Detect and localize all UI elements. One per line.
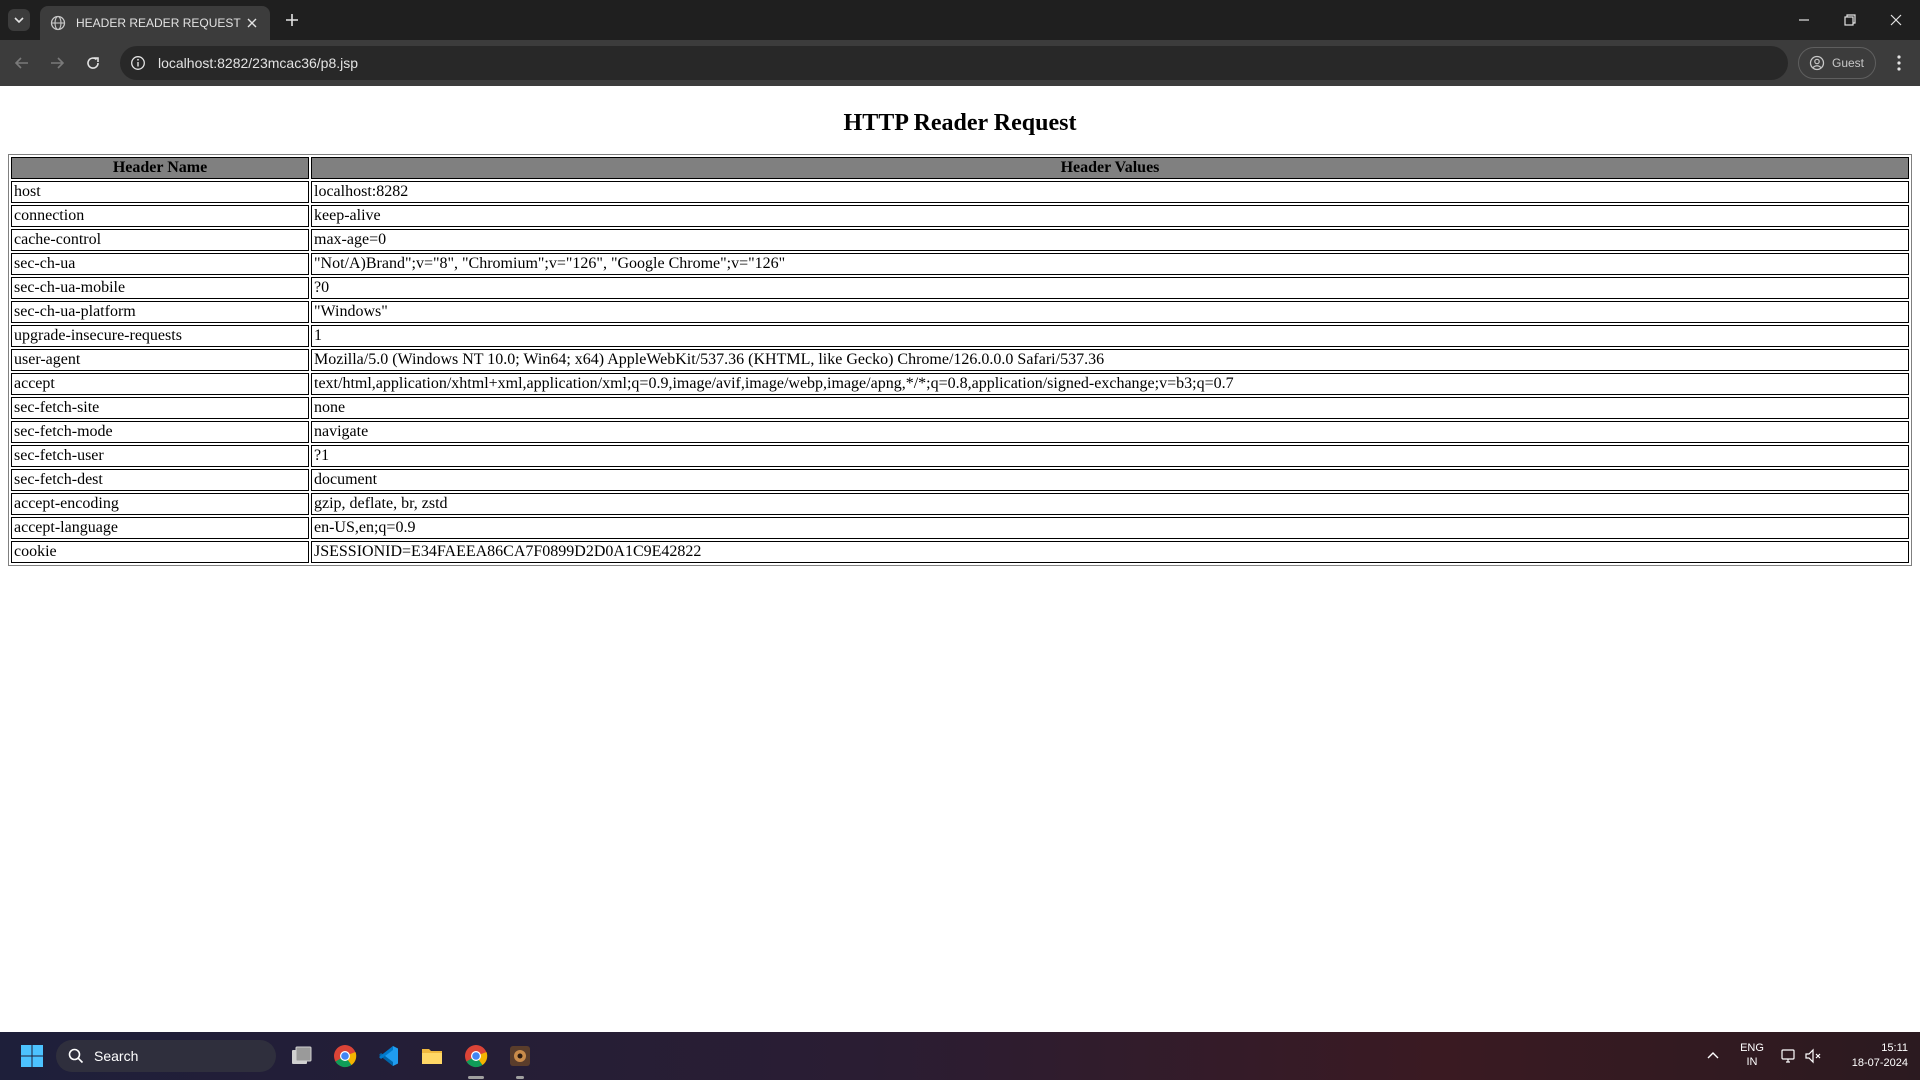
chevron-up-icon[interactable] xyxy=(1705,1048,1721,1064)
table-row: sec-fetch-user ?1 xyxy=(11,445,1909,467)
table-row: sec-ch-ua-platform "Windows" xyxy=(11,301,1909,323)
page-content: HTTP Reader Request Header Name Header V… xyxy=(0,86,1920,1032)
header-name-cell: upgrade-insecure-requests xyxy=(11,325,309,347)
header-name-cell: user-agent xyxy=(11,349,309,371)
tab-search-button[interactable] xyxy=(8,9,30,31)
taskbar-search-label: Search xyxy=(94,1048,139,1064)
table-row: accept text/html,application/xhtml+xml,ap… xyxy=(11,373,1909,395)
vscode-icon[interactable] xyxy=(376,1044,400,1068)
language-region: IN xyxy=(1746,1056,1758,1068)
header-name-cell: sec-ch-ua-platform xyxy=(11,301,309,323)
taskbar: Search ENG IN 15:11 18-07-2024 xyxy=(0,1032,1920,1080)
header-name-cell: accept-language xyxy=(11,517,309,539)
taskbar-search-box[interactable]: Search xyxy=(56,1040,276,1072)
open-app-indicator xyxy=(516,1076,524,1079)
column-header-values: Header Values xyxy=(311,157,1909,179)
table-row: sec-fetch-mode navigate xyxy=(11,421,1909,443)
close-icon xyxy=(247,18,257,28)
header-name-cell: host xyxy=(11,181,309,203)
header-value-cell: gzip, deflate, br, zstd xyxy=(311,493,1909,515)
table-row: sec-ch-ua "Not/A)Brand";v="8", "Chromium"… xyxy=(11,253,1909,275)
table-row: sec-ch-ua-mobile ?0 xyxy=(11,277,1909,299)
language-indicator[interactable]: ENG IN xyxy=(1738,1042,1766,1068)
chrome-active-icon[interactable] xyxy=(464,1044,488,1068)
table-row: user-agent Mozilla/5.0 (Windows NT 10.0; … xyxy=(11,349,1909,371)
close-window-icon[interactable] xyxy=(1888,12,1904,28)
table-row: sec-fetch-dest document xyxy=(11,469,1909,491)
header-value-cell: navigate xyxy=(311,421,1909,443)
header-name-cell: sec-fetch-user xyxy=(11,445,309,467)
reload-icon[interactable] xyxy=(83,53,103,73)
forward-arrow-icon[interactable] xyxy=(47,53,67,73)
header-name-cell: cache-control xyxy=(11,229,309,251)
header-name-cell: connection xyxy=(11,205,309,227)
header-value-cell: keep-alive xyxy=(311,205,1909,227)
header-value-cell: en-US,en;q=0.9 xyxy=(311,517,1909,539)
header-name-cell: sec-fetch-site xyxy=(11,397,309,419)
clock-date: 18-07-2024 xyxy=(1851,1057,1908,1069)
header-name-cell: sec-ch-ua xyxy=(11,253,309,275)
tab-close-button[interactable] xyxy=(244,15,260,31)
new-tab-plus-icon[interactable] xyxy=(283,11,301,29)
browser-tab-active[interactable]: HEADER READER REQUEST xyxy=(40,6,270,40)
header-value-cell: ?0 xyxy=(311,277,1909,299)
browser-tabstrip: HEADER READER REQUEST xyxy=(0,0,1920,40)
header-name-cell: sec-fetch-dest xyxy=(11,469,309,491)
table-row: cookie JSESSIONID=E34FAEEA86CA7F0899D2D0A… xyxy=(11,541,1909,563)
network-icon[interactable] xyxy=(1780,1047,1798,1065)
header-value-cell: none xyxy=(311,397,1909,419)
header-name-cell: cookie xyxy=(11,541,309,563)
active-app-indicator xyxy=(468,1076,484,1079)
header-value-cell: localhost:8282 xyxy=(311,181,1909,203)
clock[interactable]: 15:11 18-07-2024 xyxy=(1830,1042,1908,1069)
task-view-icon[interactable] xyxy=(289,1044,313,1068)
header-value-cell: "Not/A)Brand";v="8", "Chromium";v="126",… xyxy=(311,253,1909,275)
app-icon[interactable] xyxy=(508,1044,532,1068)
volume-muted-icon[interactable] xyxy=(1804,1047,1822,1065)
profile-button[interactable]: Guest xyxy=(1798,47,1876,79)
header-value-cell: 1 xyxy=(311,325,1909,347)
site-info-icon[interactable] xyxy=(130,55,146,71)
header-value-cell: text/html,application/xhtml+xml,applicat… xyxy=(311,373,1909,395)
clock-time: 15:11 xyxy=(1881,1042,1908,1054)
browser-toolbar: localhost:8282/23mcac36/p8.jsp Guest xyxy=(0,40,1920,86)
table-row: sec-fetch-site none xyxy=(11,397,1909,419)
headers-table: Header Name Header Values host localhost:… xyxy=(8,154,1912,566)
more-menu-icon[interactable] xyxy=(1890,53,1908,73)
header-value-cell: max-age=0 xyxy=(311,229,1909,251)
restore-icon[interactable] xyxy=(1842,12,1858,28)
search-icon xyxy=(68,1048,84,1064)
header-value-cell: "Windows" xyxy=(311,301,1909,323)
table-row: upgrade-insecure-requests 1 xyxy=(11,325,1909,347)
profile-label: Guest xyxy=(1832,56,1865,70)
language-code: ENG xyxy=(1740,1042,1764,1054)
header-name-cell: sec-fetch-mode xyxy=(11,421,309,443)
minimize-icon[interactable] xyxy=(1796,12,1812,28)
table-header-row: Header Name Header Values xyxy=(11,157,1909,179)
start-icon[interactable] xyxy=(20,1044,44,1068)
table-row: accept-language en-US,en;q=0.9 xyxy=(11,517,1909,539)
table-row: accept-encoding gzip, deflate, br, zstd xyxy=(11,493,1909,515)
header-value-cell: ?1 xyxy=(311,445,1909,467)
globe-icon xyxy=(50,15,66,31)
back-arrow-icon[interactable] xyxy=(12,53,32,73)
table-row: connection keep-alive xyxy=(11,205,1909,227)
table-row: host localhost:8282 xyxy=(11,181,1909,203)
address-url[interactable]: localhost:8282/23mcac36/p8.jsp xyxy=(158,55,358,71)
tab-title: HEADER READER REQUEST xyxy=(76,16,241,30)
column-header-name: Header Name xyxy=(11,157,309,179)
header-value-cell: document xyxy=(311,469,1909,491)
header-value-cell: JSESSIONID=E34FAEEA86CA7F0899D2D0A1C9E42… xyxy=(311,541,1909,563)
chevron-down-icon xyxy=(14,17,24,24)
header-name-cell: accept xyxy=(11,373,309,395)
address-bar[interactable]: localhost:8282/23mcac36/p8.jsp xyxy=(120,46,1788,80)
table-row: cache-control max-age=0 xyxy=(11,229,1909,251)
header-name-cell: accept-encoding xyxy=(11,493,309,515)
chrome-icon[interactable] xyxy=(333,1044,357,1068)
header-name-cell: sec-ch-ua-mobile xyxy=(11,277,309,299)
page-title: HTTP Reader Request xyxy=(843,110,1077,136)
file-explorer-icon[interactable] xyxy=(420,1044,444,1068)
guest-profile-icon xyxy=(1809,55,1825,71)
header-value-cell: Mozilla/5.0 (Windows NT 10.0; Win64; x64… xyxy=(311,349,1909,371)
